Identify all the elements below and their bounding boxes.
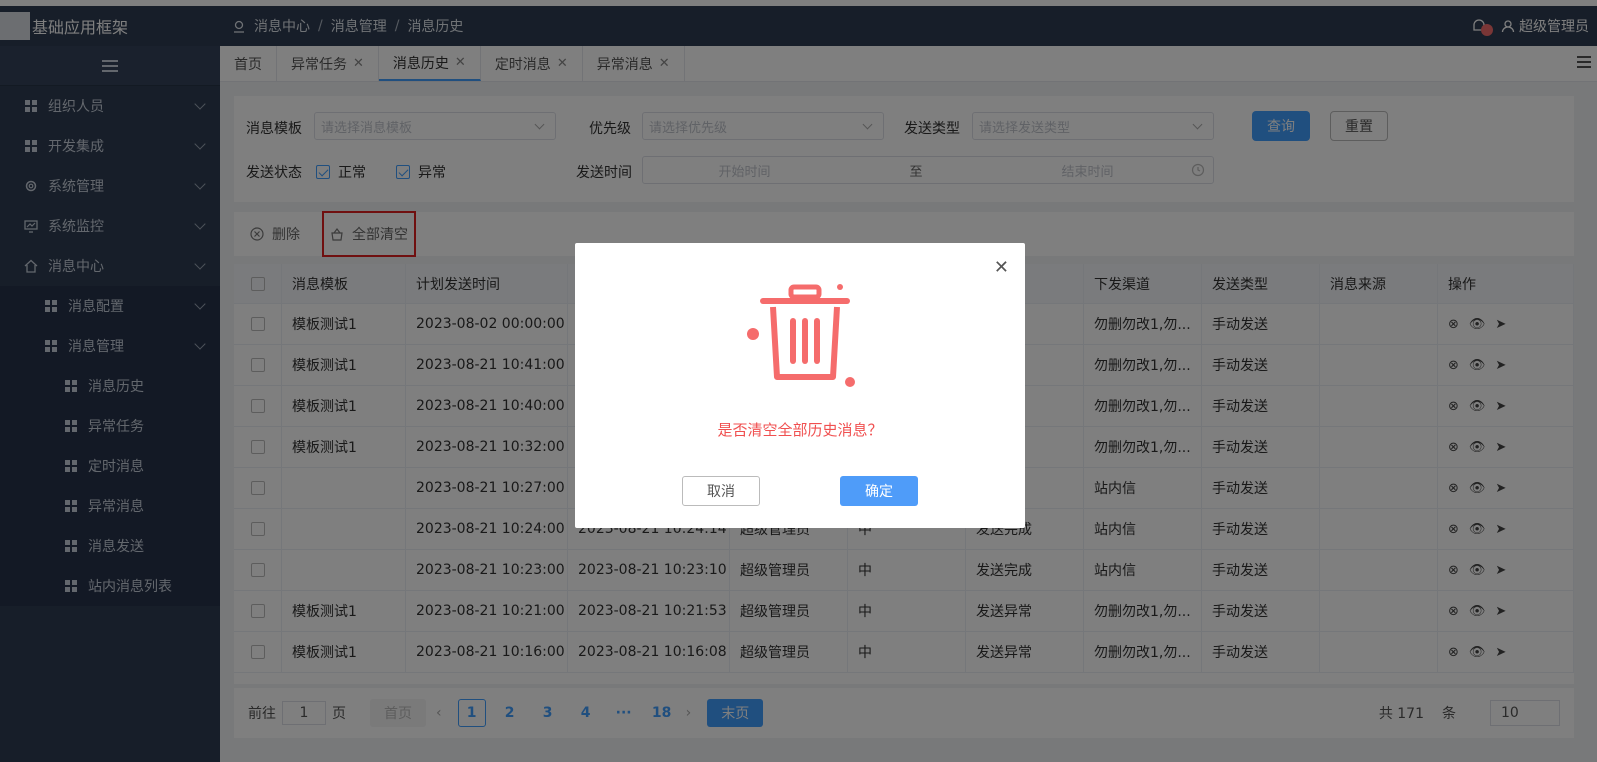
close-icon[interactable]: ✕	[994, 257, 1009, 278]
trash-icon	[747, 284, 855, 387]
dialog-message: 是否清空全部历史消息？	[717, 421, 883, 439]
confirm-dialog: ✕ 是否清空全部历史消息？ 取消 确定	[575, 243, 1025, 528]
confirm-button[interactable]: 确定	[840, 476, 918, 506]
cancel-button[interactable]: 取消	[682, 476, 760, 506]
